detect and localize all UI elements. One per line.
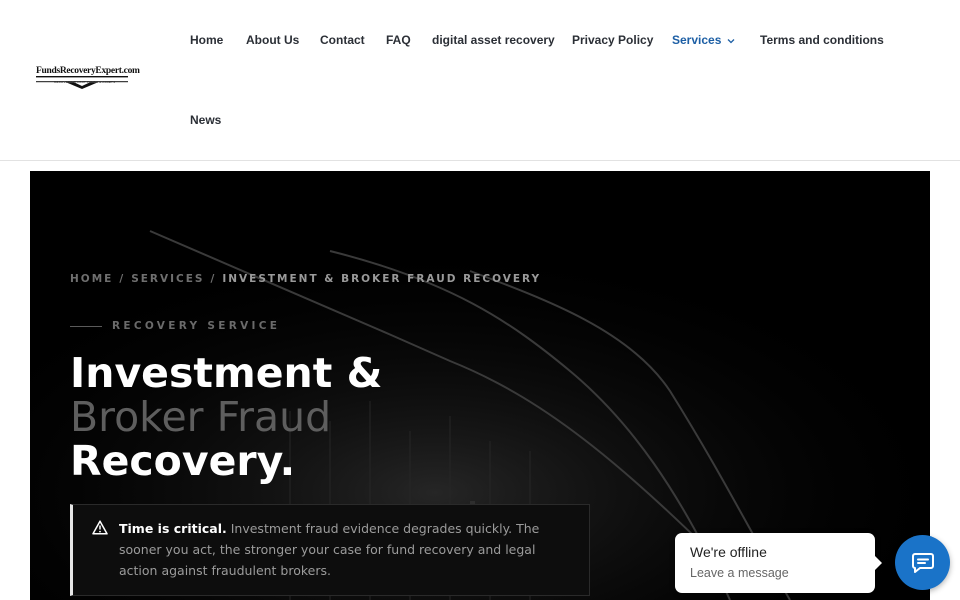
breadcrumb-separator: / — [210, 273, 217, 285]
eyebrow-label: RECOVERY SERVICE — [112, 320, 281, 332]
nav-contact[interactable]: Contact — [320, 33, 365, 47]
nav-home[interactable]: Home — [190, 33, 223, 47]
chat-status: We're offline — [690, 544, 767, 560]
site-logo[interactable]: FundsRecoveryExpert.com RECOVERING LOST … — [36, 66, 140, 94]
page-title: Investment & Broker Fraud Recovery. — [70, 351, 382, 483]
nav-about-us[interactable]: About Us — [246, 33, 299, 47]
eyebrow-divider — [70, 325, 102, 327]
breadcrumb: HOME / SERVICES / INVESTMENT & BROKER FRAUD … — [70, 273, 541, 285]
chevron-down-icon — [727, 38, 735, 44]
warning-icon — [92, 520, 108, 535]
breadcrumb-current: INVESTMENT & BROKER FRAUD RECOVERY — [222, 273, 542, 285]
logo-text: FundsRecoveryExpert.com — [36, 66, 140, 76]
nav-privacy-policy[interactable]: Privacy Policy — [572, 33, 653, 47]
nav-digital-asset-recovery[interactable]: digital asset recovery — [432, 33, 555, 47]
breadcrumb-home[interactable]: HOME — [70, 273, 113, 285]
page-title-line-1: Investment & — [70, 349, 383, 397]
page-title-line-2: Broker Fraud — [70, 393, 332, 441]
page-title-line-3: Recovery. — [70, 437, 296, 485]
nav-terms-and-conditions[interactable]: Terms and conditions — [760, 33, 884, 47]
logo-tagline: RECOVERING LOST FUNDS & ASSETS — [54, 80, 116, 84]
site-header: FundsRecoveryExpert.com RECOVERING LOST … — [0, 0, 960, 161]
breadcrumb-separator: / — [119, 273, 126, 285]
chat-launcher-button[interactable] — [895, 535, 950, 590]
nav-services[interactable]: Services — [672, 33, 735, 47]
breadcrumb-services[interactable]: SERVICES — [131, 273, 204, 285]
nav-services-label: Services — [672, 33, 722, 47]
alert-strong: Time is critical. — [119, 521, 227, 536]
nav-news[interactable]: News — [190, 113, 221, 127]
chat-leave-message[interactable]: Leave a message — [690, 566, 789, 580]
chat-icon — [911, 552, 934, 573]
nav-faq[interactable]: FAQ — [386, 33, 411, 47]
section-eyebrow: RECOVERY SERVICE — [70, 320, 280, 332]
chat-offline-bubble[interactable]: We're offline Leave a message — [675, 533, 882, 593]
time-critical-alert: Time is critical. Investment fraud evide… — [70, 504, 590, 596]
alert-message: Time is critical. Investment fraud evide… — [119, 518, 569, 581]
